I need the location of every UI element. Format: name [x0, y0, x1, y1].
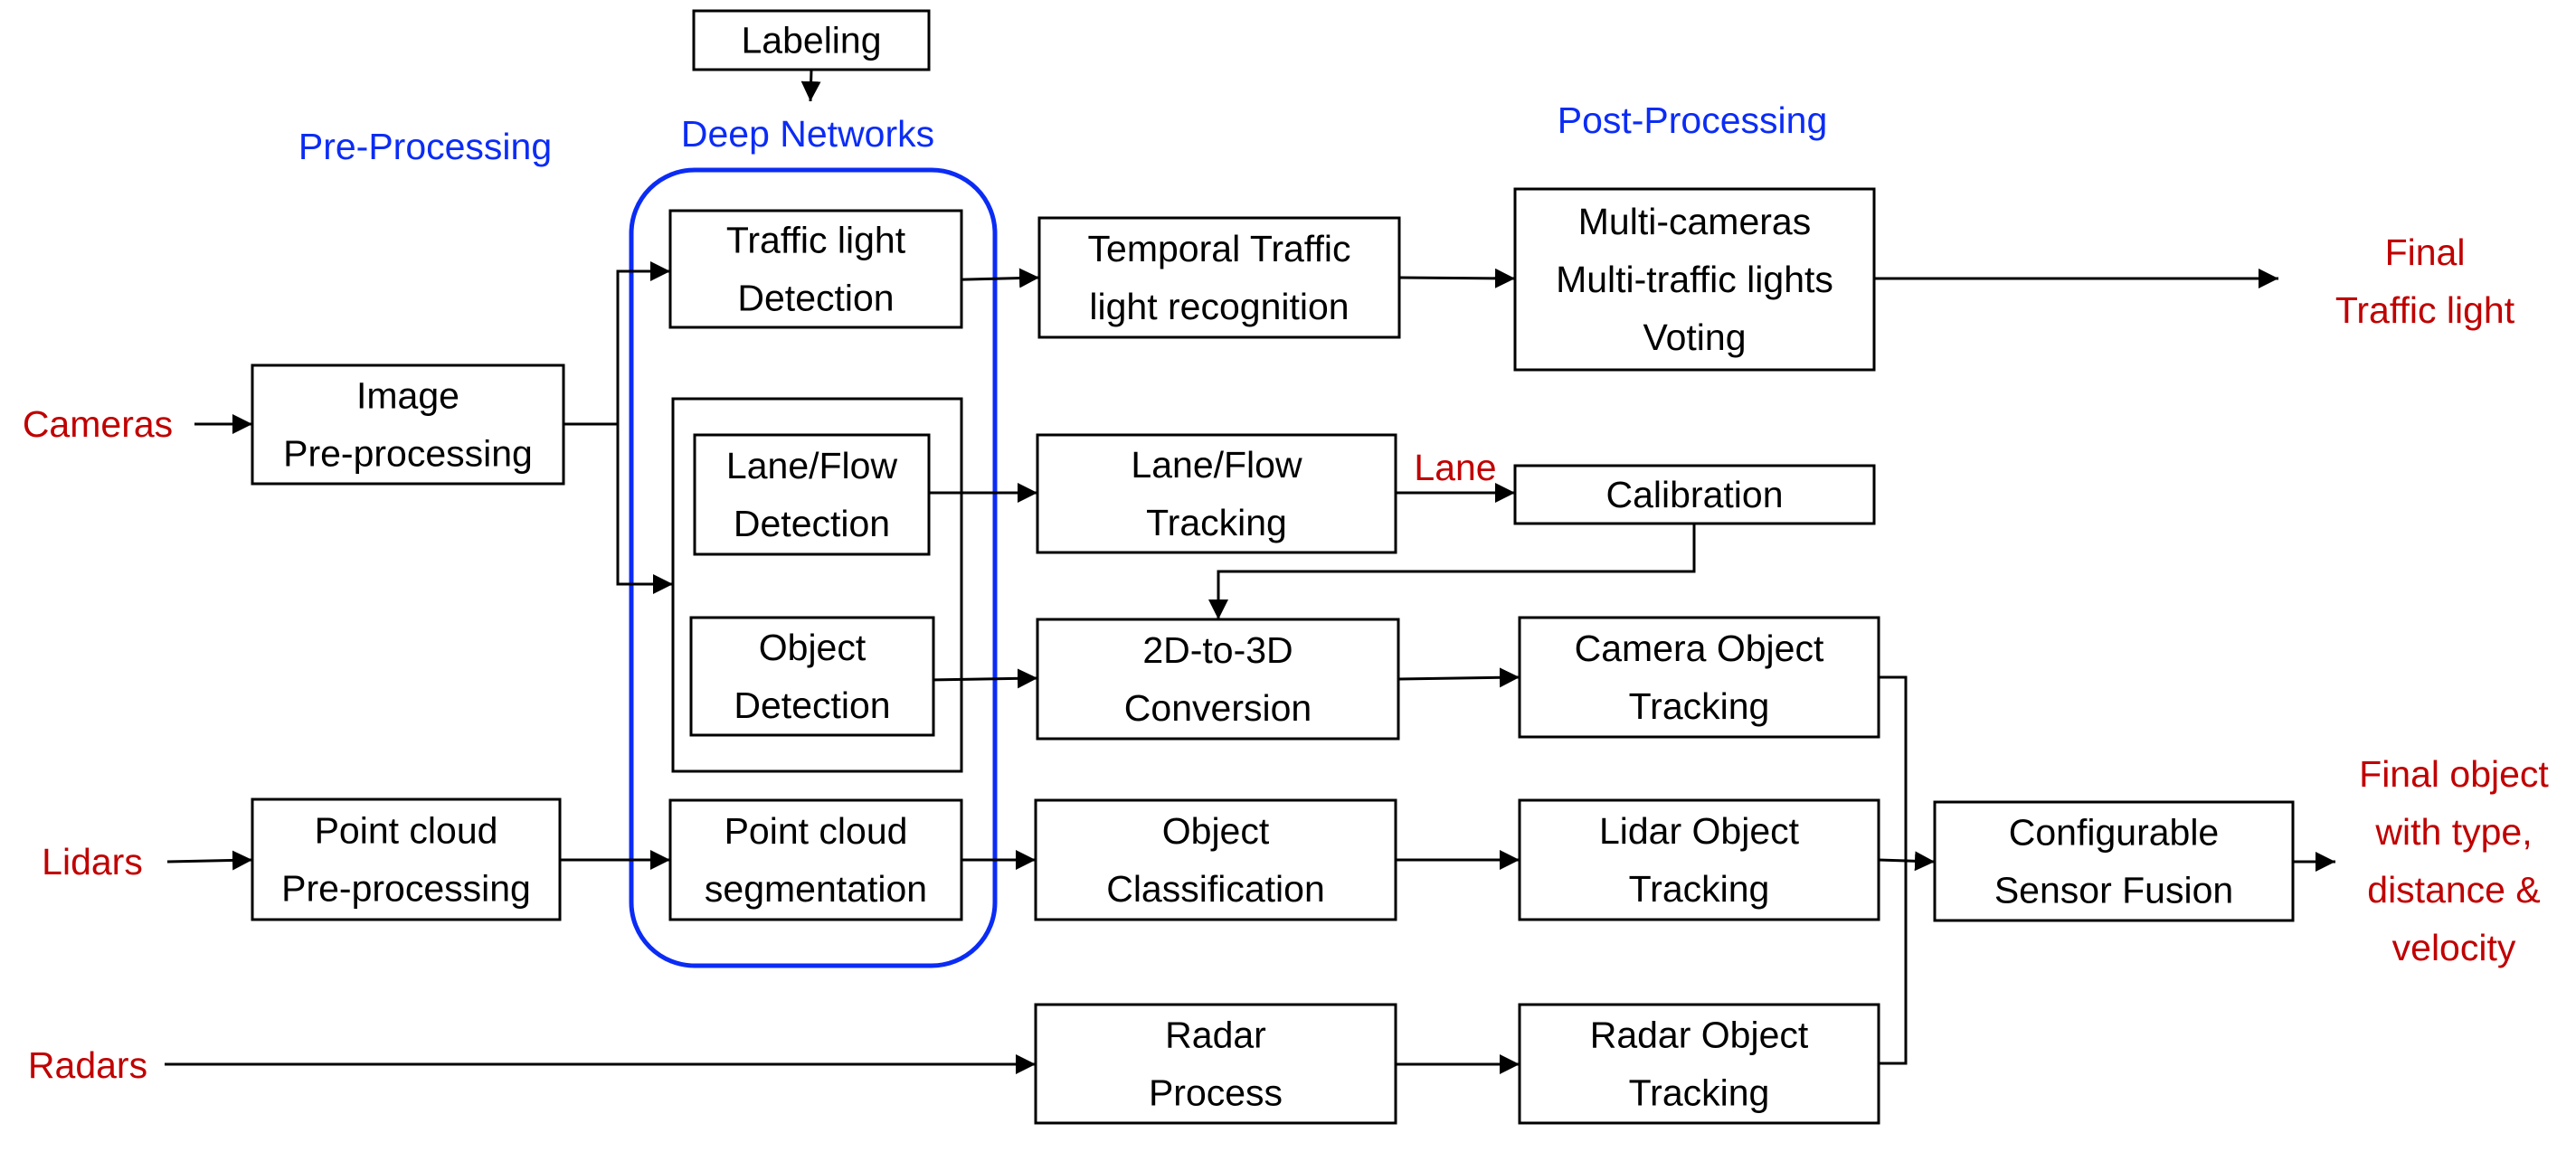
- node-label-line: Point cloud: [724, 810, 908, 852]
- edge-bus-to-detection-container: [616, 424, 673, 594]
- node-multi-camera-voting: Multi-cameras Multi-traffic lights Voting: [1513, 187, 1876, 372]
- nodes-layer: Labeling Image Pre-processing Point cloud Pr…: [251, 9, 2295, 1125]
- input-label-cameras: Cameras: [23, 403, 173, 445]
- node-label-line: Sensor Fusion: [1994, 870, 2233, 911]
- final-object-line: Final object: [2359, 753, 2549, 795]
- node-label-line: Voting: [1643, 316, 1747, 358]
- node-label-line: Pre-processing: [283, 433, 533, 475]
- final-traffic-light-line: Final: [2385, 231, 2466, 273]
- node-label-line: Classification: [1106, 868, 1325, 910]
- node-label-line: Pre-processing: [281, 868, 531, 910]
- node-label-line: Radar: [1165, 1015, 1266, 1056]
- node-sensor-fusion: Configurable Sensor Fusion: [1933, 800, 2295, 922]
- node-label-line: Tracking: [1629, 868, 1770, 910]
- node-label-line: Lidar Object: [1599, 810, 1800, 852]
- node-calibration: Calibration: [1513, 464, 1876, 525]
- edge-lidar-tracking-to-fusion: [1878, 851, 1936, 872]
- node-temporal-traffic-light: Temporal Traffic light recognition: [1037, 216, 1401, 339]
- edge-bus-to-traffic-light: [616, 261, 670, 424]
- final-object-line: with type,: [2374, 811, 2532, 853]
- node-object-classification: Object Classification: [1034, 798, 1397, 921]
- node-label-line: Point cloud: [315, 810, 498, 852]
- node-lidar-object-tracking: Lidar Object Tracking: [1518, 798, 1880, 921]
- section-label-deep-networks: Deep Networks: [681, 113, 934, 155]
- node-camera-object-tracking: Camera Object Tracking: [1518, 616, 1880, 739]
- node-label-line: Radar Object: [1590, 1015, 1809, 1056]
- final-object-line: distance &: [2367, 869, 2540, 911]
- node-label-line: Conversion: [1124, 687, 1312, 729]
- node-label-line: Tracking: [1629, 685, 1770, 727]
- section-label-pre-processing: Pre-Processing: [298, 126, 552, 167]
- node-label-line: Process: [1149, 1072, 1283, 1114]
- input-label-radars: Radars: [28, 1044, 147, 1086]
- edge-lidars-to-pointcloud-pre: [166, 850, 253, 871]
- final-object-line: velocity: [2392, 927, 2516, 968]
- node-label-line: Image: [356, 375, 459, 417]
- node-label-line: Labeling: [741, 20, 881, 61]
- node-image-preprocessing: Image Pre-processing: [251, 363, 565, 486]
- node-label-line: Object: [759, 627, 867, 668]
- node-lane-flow-detection: Lane/Flow Detection: [693, 433, 931, 556]
- node-label-line: Detection: [737, 278, 894, 319]
- node-label-line: Tracking: [1629, 1072, 1770, 1114]
- node-label-line: light recognition: [1089, 286, 1349, 327]
- node-label-line: Traffic light: [726, 220, 906, 261]
- node-lane-flow-tracking: Lane/Flow Tracking: [1036, 433, 1397, 554]
- output-final-traffic-light: Final Traffic light: [2335, 231, 2515, 331]
- node-label-line: segmentation: [705, 868, 927, 910]
- edge-conversion-to-camera-tracking: [1397, 667, 1520, 688]
- section-label-post-processing: Post-Processing: [1558, 99, 1828, 141]
- node-label-line: Detection: [734, 684, 890, 726]
- node-label-line: Configurable: [2009, 812, 2220, 854]
- edge-object-det-to-conversion: [928, 668, 1038, 689]
- node-object-detection: Object Detection: [689, 616, 935, 737]
- node-label-line: Tracking: [1146, 502, 1287, 543]
- edge-label-lane: Lane: [1414, 447, 1496, 488]
- node-label-line: Multi-cameras: [1578, 201, 1811, 242]
- node-conversion-2d-3d: 2D-to-3D Conversion: [1036, 618, 1400, 741]
- output-final-object: Final object with type, distance & velocity: [2359, 753, 2549, 968]
- node-label-line: Detection: [734, 503, 890, 544]
- node-pointcloud-segmentation: Point cloud segmentation: [668, 798, 963, 921]
- edge-labeling-to-deep-networks: [800, 69, 821, 102]
- node-radar-object-tracking: Radar Object Tracking: [1518, 1003, 1880, 1125]
- node-radar-process: Radar Process: [1034, 1003, 1397, 1125]
- node-labeling: Labeling: [692, 9, 931, 71]
- node-label-line: Temporal Traffic: [1088, 228, 1351, 269]
- node-label-line: Lane/Flow: [1131, 444, 1302, 486]
- node-label-line: Lane/Flow: [726, 445, 898, 486]
- pipeline-diagram: Pre-Processing Deep Networks Post-Proces…: [23, 9, 2549, 1125]
- node-label-line: Object: [1162, 810, 1270, 852]
- node-traffic-light-detection: Traffic light Detection: [668, 209, 963, 329]
- edge-camera-tracking-to-bus: [1879, 675, 1908, 1065]
- node-label-line: Multi-traffic lights: [1556, 259, 1833, 300]
- final-traffic-light-line: Traffic light: [2335, 289, 2515, 331]
- input-label-lidars: Lidars: [42, 841, 143, 883]
- node-label-line: Calibration: [1606, 474, 1784, 515]
- node-label-line: Camera Object: [1575, 628, 1824, 669]
- node-pointcloud-preprocessing: Point cloud Pre-processing: [251, 798, 562, 921]
- node-label-line: 2D-to-3D: [1142, 629, 1293, 671]
